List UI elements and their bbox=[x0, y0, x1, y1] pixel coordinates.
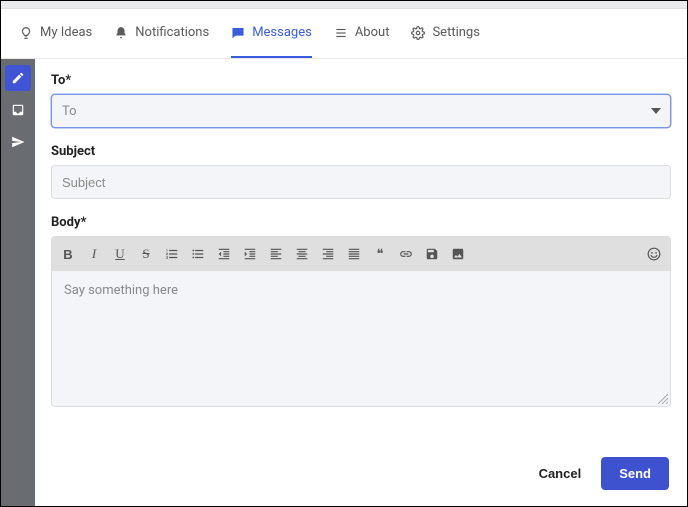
message-icon bbox=[231, 26, 245, 40]
link-icon bbox=[399, 247, 413, 261]
tab-label: Settings bbox=[432, 25, 479, 40]
tab-settings[interactable]: Settings bbox=[411, 9, 479, 58]
lightbulb-icon bbox=[19, 26, 33, 40]
emoji-button[interactable] bbox=[646, 246, 662, 262]
outdent-icon bbox=[217, 247, 231, 261]
indent-button[interactable] bbox=[242, 246, 258, 262]
compose-form: To* To Subject Body* B I U S bbox=[35, 59, 687, 506]
to-placeholder: To bbox=[62, 104, 77, 119]
to-label: To* bbox=[51, 73, 671, 88]
image-button[interactable] bbox=[450, 246, 466, 262]
save-button[interactable] bbox=[424, 246, 440, 262]
align-right-button[interactable] bbox=[320, 246, 336, 262]
tab-label: About bbox=[355, 25, 390, 40]
italic-button[interactable]: I bbox=[86, 246, 102, 262]
align-justify-icon bbox=[347, 247, 361, 261]
cancel-button[interactable]: Cancel bbox=[533, 458, 588, 489]
subject-input[interactable] bbox=[51, 165, 671, 199]
align-justify-button[interactable] bbox=[346, 246, 362, 262]
tab-label: Notifications bbox=[135, 25, 209, 40]
unordered-list-button[interactable] bbox=[190, 246, 206, 262]
body-editor: B I U S ❝ bbox=[51, 236, 671, 407]
align-left-button[interactable] bbox=[268, 246, 284, 262]
align-left-icon bbox=[269, 247, 283, 261]
inbox-button[interactable] bbox=[5, 97, 31, 123]
gear-icon bbox=[411, 26, 425, 40]
pencil-icon bbox=[11, 71, 25, 85]
save-icon bbox=[425, 247, 439, 261]
send-button[interactable]: Send bbox=[601, 457, 669, 490]
compose-siderail bbox=[1, 59, 35, 506]
list-icon bbox=[334, 26, 348, 40]
subject-label: Subject bbox=[51, 144, 671, 159]
underline-button[interactable]: U bbox=[112, 246, 128, 262]
align-center-button[interactable] bbox=[294, 246, 310, 262]
sent-button[interactable] bbox=[5, 129, 31, 155]
to-select[interactable]: To bbox=[51, 94, 671, 128]
main-tabs: My Ideas Notifications Messages About Se… bbox=[1, 9, 687, 59]
tab-about[interactable]: About bbox=[334, 9, 390, 58]
tab-label: Messages bbox=[252, 25, 312, 40]
body-placeholder: Say something here bbox=[64, 283, 178, 298]
align-right-icon bbox=[321, 247, 335, 261]
window-chrome bbox=[1, 1, 687, 9]
ul-icon bbox=[191, 247, 205, 261]
editor-toolbar: B I U S ❝ bbox=[52, 237, 670, 271]
bell-icon bbox=[114, 26, 128, 40]
link-button[interactable] bbox=[398, 246, 414, 262]
ordered-list-button[interactable] bbox=[164, 246, 180, 262]
bold-button[interactable]: B bbox=[60, 246, 76, 262]
body-label: Body* bbox=[51, 215, 671, 230]
emoji-icon bbox=[647, 247, 661, 261]
tab-notifications[interactable]: Notifications bbox=[114, 9, 209, 58]
outdent-button[interactable] bbox=[216, 246, 232, 262]
resize-grip-icon[interactable] bbox=[658, 394, 668, 404]
indent-icon bbox=[243, 247, 257, 261]
form-actions: Cancel Send bbox=[51, 439, 671, 496]
tab-messages[interactable]: Messages bbox=[231, 9, 312, 58]
compose-button[interactable] bbox=[5, 65, 31, 91]
tab-label: My Ideas bbox=[40, 25, 92, 40]
inbox-icon bbox=[11, 103, 25, 117]
align-center-icon bbox=[295, 247, 309, 261]
quote-button[interactable]: ❝ bbox=[372, 246, 388, 262]
strike-button[interactable]: S bbox=[138, 246, 154, 262]
send-icon bbox=[11, 135, 25, 149]
ol-icon bbox=[165, 247, 179, 261]
body-textarea[interactable]: Say something here bbox=[52, 271, 670, 406]
tab-my-ideas[interactable]: My Ideas bbox=[19, 9, 92, 58]
image-icon bbox=[451, 247, 465, 261]
